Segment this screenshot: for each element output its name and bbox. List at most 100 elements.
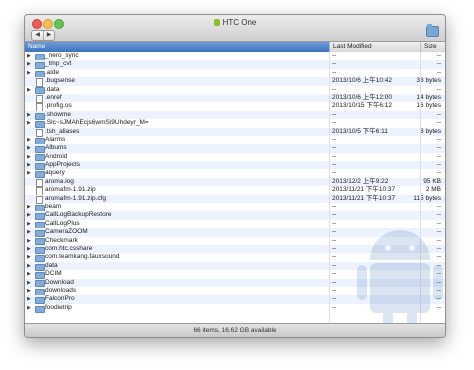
- list-item[interactable]: aromafm-1.91.zip.cfg 2013/11/21 下午10:37 11…: [25, 194, 445, 205]
- item-name: com.teamkang.fauxsound: [45, 253, 120, 261]
- disclosure-triangle-icon[interactable]: ▶: [27, 237, 31, 245]
- disclosure-triangle-icon[interactable]: ▶: [27, 52, 31, 60]
- item-modified: --: [332, 60, 337, 68]
- disclosure-triangle-icon[interactable]: ▶: [27, 86, 31, 94]
- list-item[interactable]: aroma.log 2013/12/2 上午9:22 95 KB: [25, 177, 445, 188]
- list-item[interactable]: ▶ beam -- --: [25, 203, 445, 212]
- disclosure-triangle-icon[interactable]: ▶: [27, 270, 31, 278]
- disclosure-triangle-icon[interactable]: ▶: [27, 203, 31, 211]
- list-item[interactable]: .bugsense 2013/10/6 上午10:42 33 bytes: [25, 77, 445, 87]
- nav-buttons: ◀ ▶: [31, 30, 55, 41]
- column-modified-header[interactable]: Last Modified: [329, 42, 420, 52]
- status-bar: 66 items, 16.62 GB available: [25, 323, 445, 337]
- item-size: 115 bytes: [413, 194, 441, 202]
- disclosure-triangle-icon[interactable]: ▶: [27, 228, 31, 236]
- list-item[interactable]: ▶ CallLogBackupRestore -- --: [25, 211, 445, 221]
- disclosure-triangle-icon[interactable]: ▶: [27, 169, 31, 177]
- disclosure-triangle-icon[interactable]: ▶: [27, 279, 31, 287]
- disclosure-triangle-icon[interactable]: ▶: [27, 304, 31, 312]
- item-size: --: [436, 203, 441, 211]
- disclosure-triangle-icon[interactable]: ▶: [27, 144, 31, 152]
- list-item[interactable]: ▶ aquery -- --: [25, 169, 445, 179]
- list-item[interactable]: aromafm-1.91.zip 2013/11/21 下午10:37 2 MB: [25, 186, 445, 196]
- list-item[interactable]: ▶ Alarms -- --: [25, 135, 445, 145]
- item-size: --: [436, 211, 441, 219]
- item-modified: 2013/11/21 下午10:37: [332, 186, 396, 194]
- list-item[interactable]: ▶ _nero_sync -- --: [25, 52, 445, 61]
- list-item[interactable]: .profig.os 2013/10/15 下午6:12 16 bytes: [25, 102, 445, 112]
- item-size: --: [436, 169, 441, 177]
- item-modified: --: [332, 68, 337, 76]
- list-item[interactable]: ▶ AppProjects -- --: [25, 161, 445, 170]
- item-modified: --: [332, 52, 337, 59]
- disclosure-triangle-icon[interactable]: ▶: [27, 69, 31, 77]
- item-name: .Slc~sJMAhEcjs6wmSi9Uhdeyr_M=: [45, 119, 149, 127]
- item-name: aquery: [45, 169, 65, 177]
- item-modified: --: [332, 85, 337, 93]
- new-folder-icon[interactable]: [426, 24, 439, 37]
- item-modified: --: [332, 135, 337, 143]
- item-name: .enref: [45, 93, 62, 101]
- item-size: --: [436, 68, 441, 76]
- disclosure-triangle-icon[interactable]: ▶: [27, 295, 31, 303]
- list-item[interactable]: ▶ .data -- --: [25, 85, 445, 95]
- item-size: --: [436, 152, 441, 160]
- disclosure-triangle-icon[interactable]: ▶: [27, 253, 31, 261]
- file-browser-window: HTC One ◀ ▶ Name Last Modified Size ▶ _ner…: [24, 14, 446, 338]
- list-item[interactable]: ▶ .aide -- --: [25, 68, 445, 78]
- list-item[interactable]: .tsh_aliases 2013/10/5 下午6:11 8 bytes: [25, 127, 445, 137]
- column-name-header[interactable]: Name: [28, 42, 45, 52]
- disclosure-triangle-icon[interactable]: ▶: [27, 211, 31, 219]
- item-modified: --: [332, 203, 337, 211]
- item-name: aromafm-1.91.zip.cfg: [45, 194, 107, 202]
- disclosure-triangle-icon[interactable]: ▶: [27, 153, 31, 161]
- item-modified: 2013/12/2 上午9:22: [332, 177, 389, 185]
- item-modified: 2013/11/21 下午10:37: [332, 194, 396, 202]
- item-size: --: [436, 85, 441, 93]
- item-name: .tsh_aliases: [45, 127, 80, 135]
- item-modified: --: [332, 303, 337, 311]
- item-modified: --: [332, 161, 337, 169]
- disclosure-triangle-icon[interactable]: ▶: [27, 60, 31, 68]
- item-name: CallLogBackupRestore: [45, 211, 112, 219]
- list-item[interactable]: ▶ .showme -- --: [25, 110, 445, 120]
- item-modified: --: [332, 169, 337, 177]
- item-name: .bugsense: [45, 77, 75, 85]
- disclosure-triangle-icon[interactable]: ▶: [27, 245, 31, 253]
- folder-icon: [35, 305, 45, 313]
- status-text: 66 items, 16.62 GB available: [193, 327, 277, 334]
- item-modified: --: [332, 253, 337, 261]
- column-divider: [329, 52, 330, 324]
- item-modified: --: [332, 244, 337, 252]
- disclosure-triangle-icon[interactable]: ▶: [27, 262, 31, 270]
- item-modified: --: [332, 119, 337, 127]
- window-title-text: HTC One: [222, 18, 257, 27]
- android-device-icon: [213, 19, 220, 26]
- item-name: CameraZOOM: [45, 228, 88, 236]
- item-modified: --: [332, 278, 337, 286]
- column-size-header[interactable]: Size: [420, 42, 445, 52]
- back-button[interactable]: ◀: [32, 31, 43, 40]
- disclosure-triangle-icon[interactable]: ▶: [27, 161, 31, 169]
- item-name: AppProjects: [45, 161, 81, 169]
- item-modified: --: [332, 152, 337, 160]
- disclosure-triangle-icon[interactable]: ▶: [27, 220, 31, 228]
- item-modified: 2013/10/5 下午6:11: [332, 127, 388, 135]
- forward-button[interactable]: ▶: [43, 31, 54, 40]
- list-item[interactable]: ▶ .Slc~sJMAhEcjs6wmSi9Uhdeyr_M= -- --: [25, 119, 445, 128]
- item-modified: --: [332, 219, 337, 227]
- item-size: --: [436, 52, 441, 59]
- disclosure-triangle-icon[interactable]: ▶: [27, 287, 31, 295]
- item-modified: --: [332, 295, 337, 303]
- list-item[interactable]: ▶ Android -- --: [25, 152, 445, 162]
- item-modified: --: [332, 110, 337, 118]
- column-header: Name Last Modified Size: [25, 42, 445, 52]
- disclosure-triangle-icon[interactable]: ▶: [27, 119, 31, 127]
- disclosure-triangle-icon[interactable]: ▶: [27, 111, 31, 119]
- item-name: _tmp_cvt: [45, 60, 72, 68]
- list-item[interactable]: ▶ _tmp_cvt -- --: [25, 60, 445, 70]
- list-item[interactable]: ▶ Albums -- --: [25, 144, 445, 154]
- window-title: HTC One: [25, 18, 445, 27]
- disclosure-triangle-icon[interactable]: ▶: [27, 136, 31, 144]
- item-name: DCIM: [45, 270, 62, 278]
